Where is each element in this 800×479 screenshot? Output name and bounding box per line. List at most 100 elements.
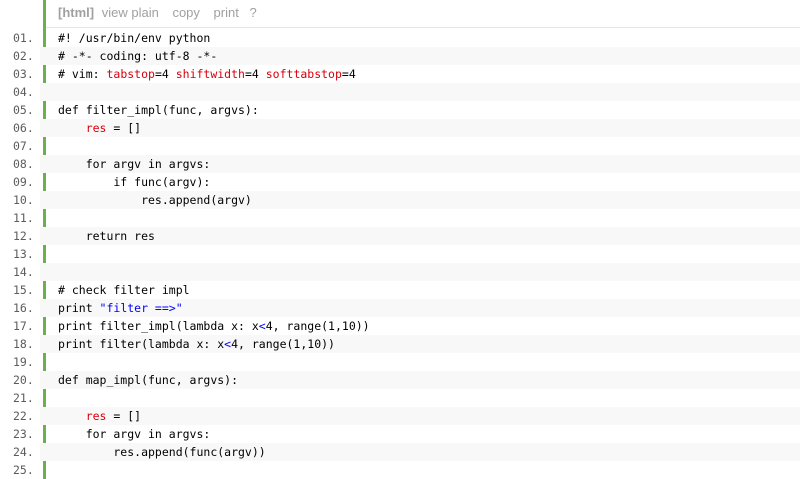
line-number: 16.: [0, 299, 40, 317]
line-source: print filter(lambda x: x<4, range(1,10)): [58, 335, 335, 353]
line-source: res = []: [58, 407, 141, 425]
line-source: #! /usr/bin/env python: [58, 29, 210, 47]
code-token: shiftwidth: [175, 67, 245, 81]
line-number: 09.: [0, 173, 40, 191]
code-token: #! /usr/bin/env python: [58, 31, 211, 45]
code-token: <: [258, 319, 266, 333]
line-number: 01.: [0, 29, 40, 47]
code-line: 20. def map_impl(func, argvs):: [0, 371, 800, 389]
line-source: if func(argv):: [58, 173, 210, 191]
code-token: 4, range(1,10)): [231, 337, 335, 351]
code-line: 18. print filter(lambda x: x<4, range(1,1…: [0, 335, 800, 353]
code-token: =4: [244, 67, 266, 81]
code-token: def filter_impl(func, argvs):: [58, 103, 259, 117]
code-token: res: [85, 409, 107, 423]
code-token: =4: [154, 67, 176, 81]
code-toolbar: [html] view plain copy print ?: [46, 0, 800, 28]
line-number: 04.: [0, 83, 40, 101]
code-token: # check filter impl: [58, 283, 190, 297]
code-token: = []: [106, 121, 142, 135]
line-number: 08.: [0, 155, 40, 173]
code-line: 11.: [0, 209, 800, 227]
code-token: return res: [58, 229, 155, 243]
code-line: 13.: [0, 245, 800, 263]
html-view-link[interactable]: [html]: [58, 5, 94, 20]
code-line: 19.: [0, 353, 800, 371]
code-token: res: [85, 121, 107, 135]
code-token: =4: [341, 67, 356, 81]
code-token: 4, range(1,10)): [265, 319, 370, 333]
code-token: res.append(func(argv)): [58, 445, 266, 459]
line-source: # vim: tabstop=4 shiftwidth=4 softtabsto…: [58, 65, 356, 83]
code-line: 07.: [0, 137, 800, 155]
code-line: 02. # -*- coding: utf-8 -*-: [0, 47, 800, 65]
code-token: print filter(lambda x: x: [58, 337, 225, 351]
help-link[interactable]: ?: [249, 5, 256, 20]
line-number: 06.: [0, 119, 40, 137]
code-line: 03. # vim: tabstop=4 shiftwidth=4 softtab…: [0, 65, 800, 83]
code-token: # vim:: [58, 67, 107, 81]
code-line: 08. for argv in argvs:: [0, 155, 800, 173]
line-number: 19.: [0, 353, 40, 371]
line-number: 24.: [0, 443, 40, 461]
code-line: 04.: [0, 83, 800, 101]
line-number: 13.: [0, 245, 40, 263]
code-token: for argv in argvs:: [58, 427, 211, 441]
line-number: 05.: [0, 101, 40, 119]
line-number: 18.: [0, 335, 40, 353]
line-number: 02.: [0, 47, 40, 65]
line-number: 21.: [0, 389, 40, 407]
line-source: res.append(argv): [58, 191, 252, 209]
print-link[interactable]: print: [214, 5, 239, 20]
copy-link[interactable]: copy: [172, 5, 199, 20]
code-token: def map_impl(func, argvs):: [58, 373, 239, 387]
code-line: 06. res = []: [0, 119, 800, 137]
code-token: "filter ==>": [99, 301, 183, 315]
code-line: 23. for argv in argvs:: [0, 425, 800, 443]
line-number: 10.: [0, 191, 40, 209]
code-line: 12. return res: [0, 227, 800, 245]
line-source: res = []: [58, 119, 141, 137]
code-token: for argv in argvs:: [58, 157, 211, 171]
line-number: 15.: [0, 281, 40, 299]
line-source: print filter_impl(lambda x: x<4, range(1…: [58, 317, 370, 335]
code-line: 17. print filter_impl(lambda x: x<4, rang…: [0, 317, 800, 335]
line-source: # check filter impl: [58, 281, 190, 299]
code-line: 05. def filter_impl(func, argvs):: [0, 101, 800, 119]
line-number: 12.: [0, 227, 40, 245]
line-source: for argv in argvs:: [58, 155, 211, 173]
line-source: # -*- coding: utf-8 -*-: [58, 47, 217, 65]
line-number: 22.: [0, 407, 40, 425]
code-line: 21.: [0, 389, 800, 407]
code-token: = []: [106, 409, 142, 423]
line-number: 14.: [0, 263, 40, 281]
line-source: def map_impl(func, argvs):: [58, 371, 238, 389]
line-number: 23.: [0, 425, 40, 443]
line-number: 07.: [0, 137, 40, 155]
code-line: 25.: [0, 461, 800, 479]
code-line: 15. # check filter impl: [0, 281, 800, 299]
line-number: 11.: [0, 209, 40, 227]
code-token: # -*- coding: utf-8 -*-: [58, 49, 218, 63]
code-token: print filter_impl(lambda x: x: [58, 319, 259, 333]
line-source: def filter_impl(func, argvs):: [58, 101, 259, 119]
code-block: 01. #! /usr/bin/env python 02. # -*- coding…: [0, 29, 800, 479]
code-line: 01. #! /usr/bin/env python: [0, 29, 800, 47]
line-number: 25.: [0, 461, 40, 479]
code-token: res.append(argv): [58, 193, 252, 207]
code-line: 10. res.append(argv): [0, 191, 800, 209]
code-line: 16. print "filter ==>": [0, 299, 800, 317]
code-line: 09. if func(argv):: [0, 173, 800, 191]
line-number: 20.: [0, 371, 40, 389]
line-source: return res: [58, 227, 155, 245]
code-line: 14.: [0, 263, 800, 281]
view-plain-link[interactable]: view plain: [102, 5, 159, 20]
line-number: 03.: [0, 65, 40, 83]
code-viewer: [html] view plain copy print ? 01. #! /us…: [0, 0, 800, 479]
code-token: if func(argv):: [58, 175, 211, 189]
code-token: tabstop: [106, 67, 155, 81]
line-source: print "filter ==>": [58, 299, 183, 317]
code-token: softtabstop: [265, 67, 342, 81]
